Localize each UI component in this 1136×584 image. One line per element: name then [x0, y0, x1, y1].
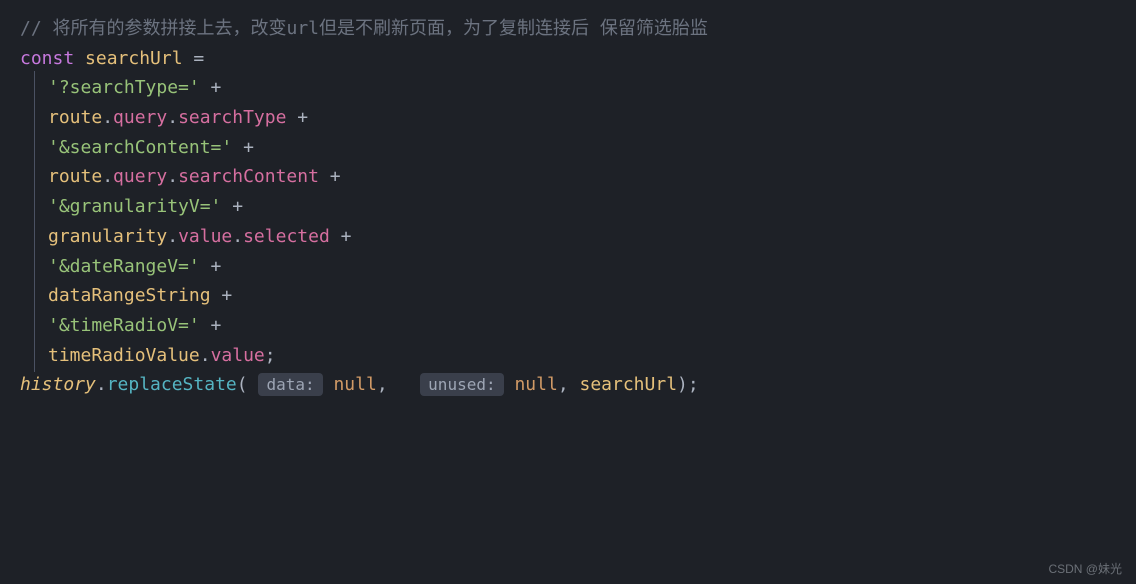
string-searchType: '?searchType=': [48, 77, 200, 98]
operator-plus: +: [200, 256, 222, 277]
operator-plus: +: [200, 315, 222, 336]
code-line-8: '&dateRangeV=' +: [20, 252, 1116, 282]
semicolon: ;: [265, 345, 276, 366]
watermark: CSDN @妹光: [1048, 560, 1122, 580]
code-line-6: '&granularityV=' +: [20, 192, 1116, 222]
string-dateRangeV: '&dateRangeV=': [48, 256, 200, 277]
operator-plus: +: [286, 107, 308, 128]
operator-plus: +: [330, 226, 352, 247]
code-line-comment: // 将所有的参数拼接上去，改变url但是不刷新页面，为了复制连接后 保留筛选胎…: [20, 14, 1116, 44]
operator-plus: +: [221, 196, 243, 217]
var-history: history: [20, 374, 96, 395]
comma: ,: [558, 374, 580, 395]
code-line-12: history.replaceState( data: null, unused…: [20, 370, 1116, 400]
null-literal: null: [514, 374, 557, 395]
operator-plus: +: [319, 166, 341, 187]
code-line-10: '&timeRadioV=' +: [20, 311, 1116, 341]
operator-eq: =: [183, 48, 205, 69]
code-line-4: '&searchContent=' +: [20, 133, 1116, 163]
operator-plus: +: [211, 285, 233, 306]
var-dataRangeString: dataRangeString: [48, 285, 211, 306]
string-timeRadioV: '&timeRadioV=': [48, 315, 200, 336]
prop-searchType: searchType: [178, 107, 286, 128]
var-searchUrl-ref: searchUrl: [580, 374, 678, 395]
method-replaceState: replaceState: [107, 374, 237, 395]
prop-query: query: [113, 107, 167, 128]
operator-plus: +: [200, 77, 222, 98]
keyword-const: const: [20, 48, 74, 69]
prop-query: query: [113, 166, 167, 187]
code-line-1: const searchUrl =: [20, 44, 1116, 74]
paren-open: (: [237, 374, 248, 395]
var-granularity: granularity: [48, 226, 167, 247]
comma: ,: [377, 374, 410, 395]
string-searchContent: '&searchContent=': [48, 137, 232, 158]
prop-searchContent: searchContent: [178, 166, 319, 187]
null-literal: null: [333, 374, 376, 395]
comment-text: // 将所有的参数拼接上去，改变url但是不刷新页面，为了复制连接后 保留筛选胎…: [20, 18, 708, 39]
code-line-11: timeRadioValue.value;: [20, 341, 1116, 371]
paren-close: );: [677, 374, 699, 395]
param-hint-data: data:: [258, 373, 322, 396]
code-line-9: dataRangeString +: [20, 281, 1116, 311]
string-granularityV: '&granularityV=': [48, 196, 221, 217]
code-line-7: granularity.value.selected +: [20, 222, 1116, 252]
code-editor[interactable]: // 将所有的参数拼接上去，改变url但是不刷新页面，为了复制连接后 保留筛选胎…: [20, 14, 1116, 400]
prop-value: value: [211, 345, 265, 366]
code-line-2: '?searchType=' +: [20, 73, 1116, 103]
prop-selected: selected: [243, 226, 330, 247]
var-route: route: [48, 107, 102, 128]
param-hint-unused: unused:: [420, 373, 503, 396]
var-route: route: [48, 166, 102, 187]
code-line-5: route.query.searchContent +: [20, 162, 1116, 192]
prop-value: value: [178, 226, 232, 247]
var-timeRadioValue: timeRadioValue: [48, 345, 200, 366]
var-searchUrl: searchUrl: [85, 48, 183, 69]
code-line-3: route.query.searchType +: [20, 103, 1116, 133]
operator-plus: +: [232, 137, 254, 158]
